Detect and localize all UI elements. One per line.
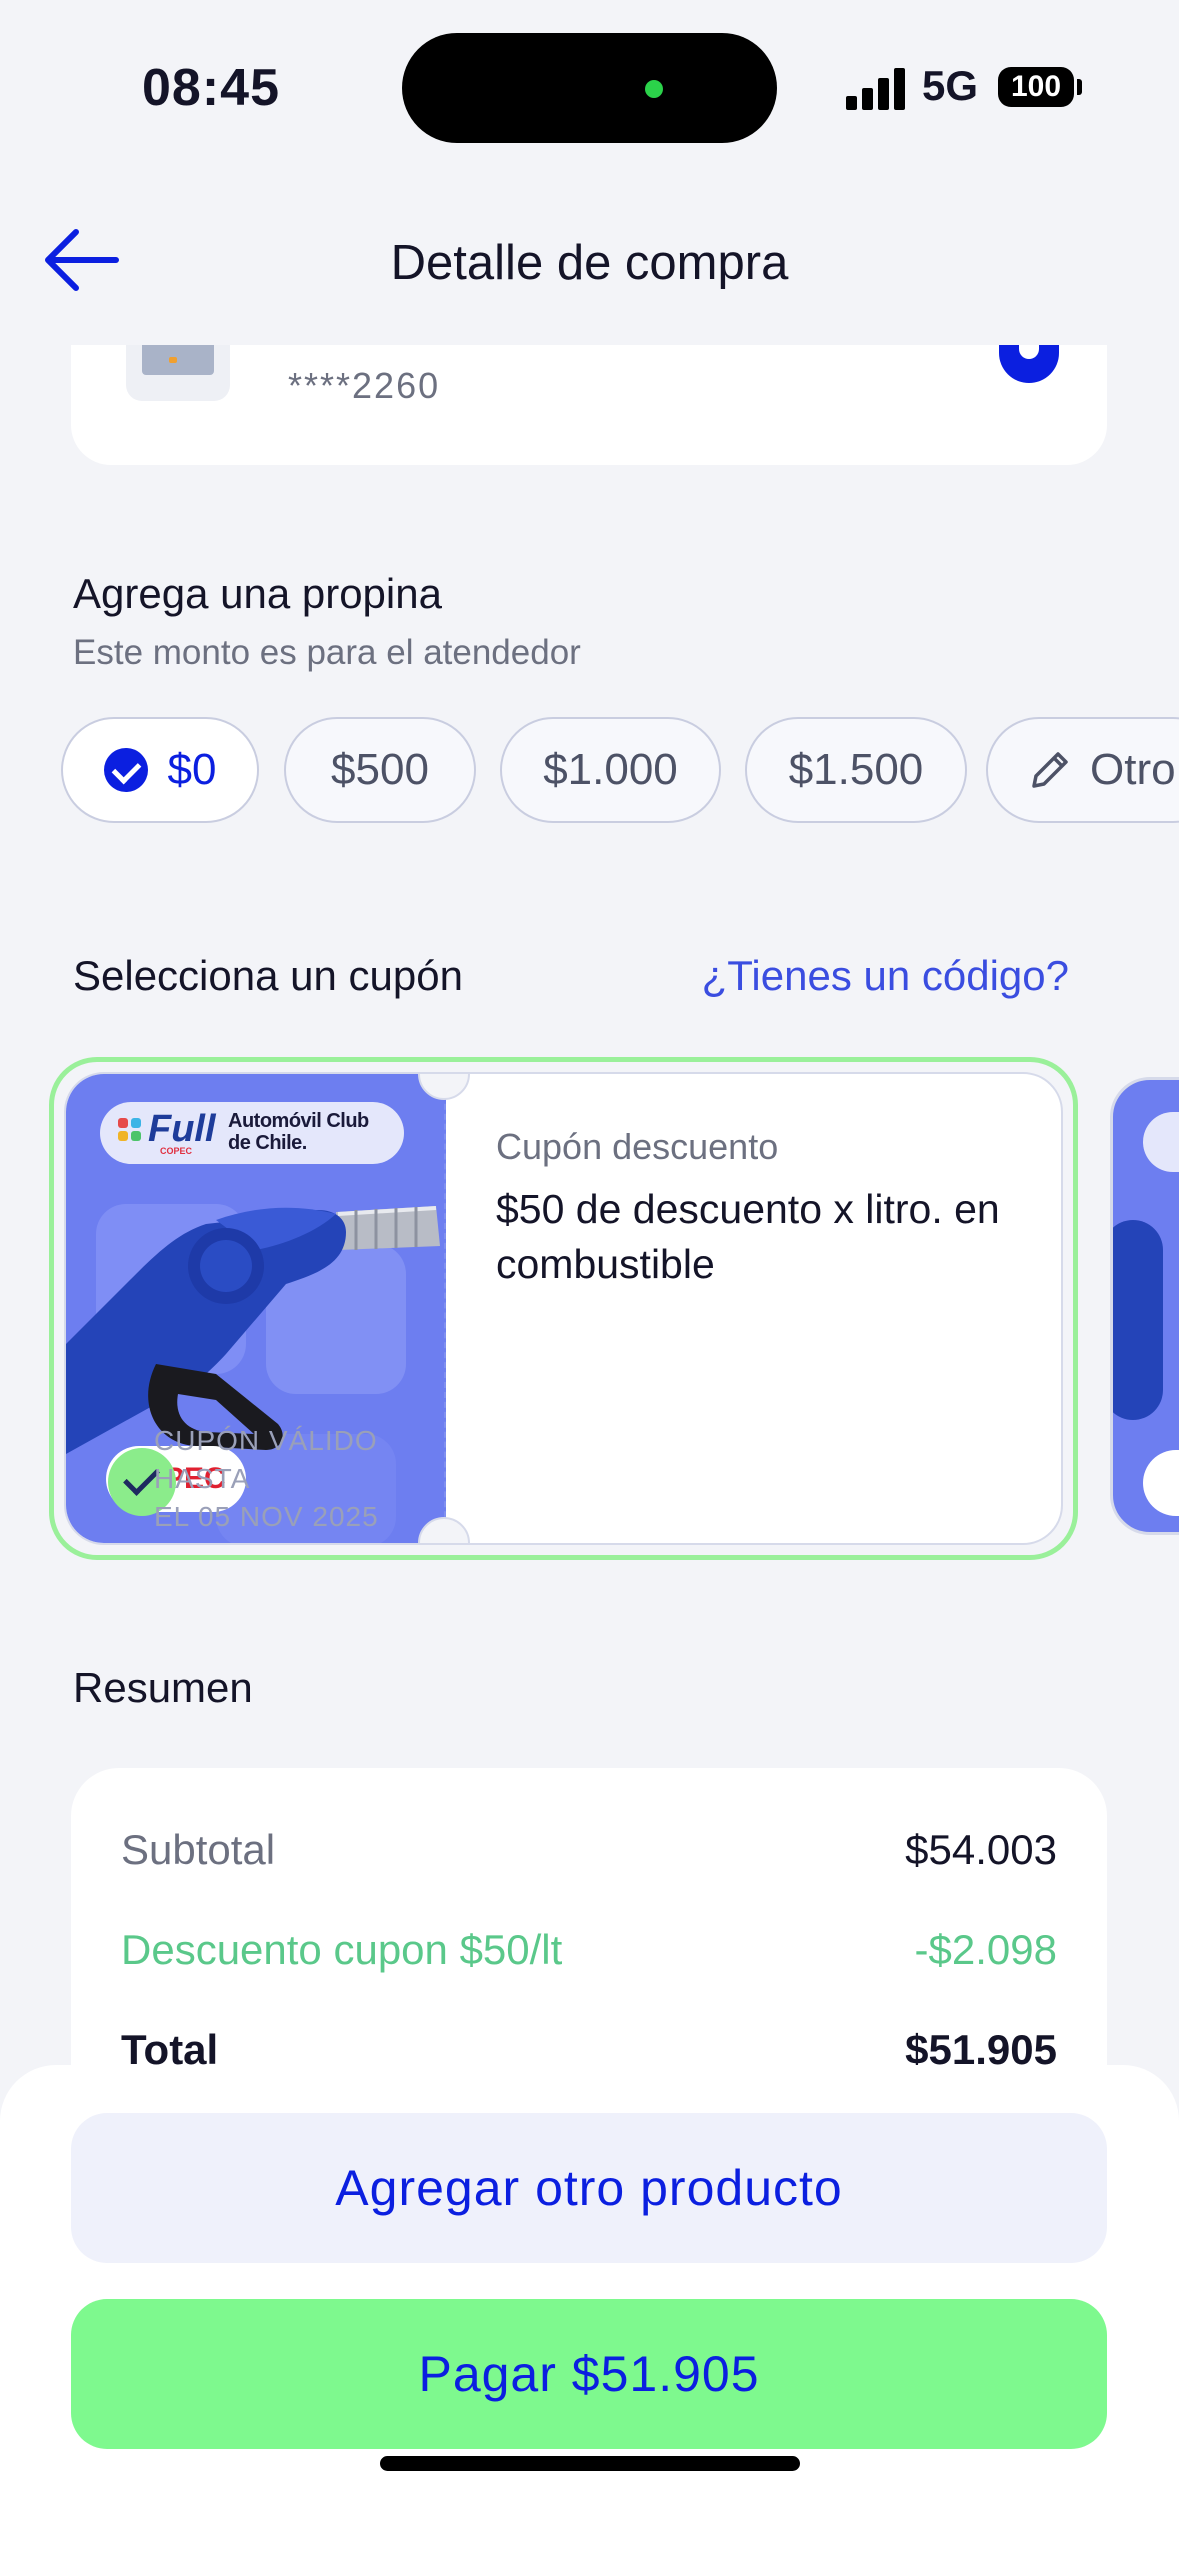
summary-row-subtotal: Subtotal $54.003 xyxy=(121,1826,1057,1874)
status-time: 08:45 xyxy=(142,59,280,117)
pencil-icon xyxy=(1032,752,1068,788)
payment-card[interactable]: ****2260 xyxy=(71,345,1107,465)
tip-option-label: $0 xyxy=(167,745,217,794)
tip-title: Agrega una propina xyxy=(73,570,442,617)
coupon-description: $50 de descuento x litro. en combustible xyxy=(496,1186,1000,1287)
home-indicator[interactable] xyxy=(380,2456,800,2471)
coupon-card-next[interactable] xyxy=(1110,1077,1179,1535)
partner-text: Automóvil Club de Chile. xyxy=(228,1110,369,1154)
tip-option-label: $1.500 xyxy=(788,745,924,794)
tip-option-label: $500 xyxy=(331,745,429,794)
coupon-card-selected[interactable]: Full COPEC Automóvil Clubde Chile. PEC xyxy=(49,1057,1078,1560)
tip-option-label: Otro xyxy=(1090,745,1176,794)
tip-option-other[interactable]: Otro xyxy=(986,717,1179,823)
validity-line-2: EL 05 NOV 2025 xyxy=(154,1501,379,1532)
brand-badge-text: Full xyxy=(148,1108,216,1150)
page-title: Detalle de compra xyxy=(390,236,789,290)
card-masked-number: ****2260 xyxy=(288,365,441,406)
cellular-signal-icon xyxy=(846,66,906,110)
coupon-image: Full COPEC Automóvil Clubde Chile. PEC xyxy=(66,1074,446,1543)
coupon-title: Selecciona un cupón xyxy=(73,952,463,999)
add-product-button[interactable]: Agregar otro producto xyxy=(71,2113,1107,2263)
tip-subtitle: Este monto es para el atendedor xyxy=(73,633,581,672)
bottom-action-sheet: Agregar otro producto Pagar $51.905 xyxy=(0,2065,1179,2556)
network-type: 5G xyxy=(922,62,979,109)
dynamic-island xyxy=(402,33,777,143)
camera-indicator-icon xyxy=(645,80,663,98)
tip-options: $0 $500 $1.000 $1.500 Otro xyxy=(61,717,1179,825)
credit-card-icon xyxy=(126,345,230,401)
full-logo-icon xyxy=(118,1118,144,1144)
app-header: Detalle de compra xyxy=(0,180,1179,345)
battery-icon: 100 xyxy=(998,67,1074,107)
check-circle-icon xyxy=(103,748,148,792)
tip-option-0[interactable]: $0 xyxy=(61,717,259,823)
pay-button[interactable]: Pagar $51.905 xyxy=(71,2299,1107,2449)
summary-value: -$2.098 xyxy=(914,1926,1057,1973)
summary-title: Resumen xyxy=(73,1664,253,1711)
tip-option-1500[interactable]: $1.500 xyxy=(745,717,967,823)
validity-line-1: CUPÓN VÁLIDO HASTA xyxy=(154,1425,378,1494)
coupon-label: Cupón descuento xyxy=(496,1126,779,1167)
summary-label: Subtotal xyxy=(121,1826,276,1873)
summary-row-discount: Descuento cupon $50/lt -$2.098 xyxy=(121,1926,1057,1974)
summary-label: Descuento cupon $50/lt xyxy=(121,1926,563,1973)
coupon-perforation xyxy=(444,1074,446,1543)
coupon-validity: CUPÓN VÁLIDO HASTA EL 05 NOV 2025 xyxy=(154,1422,446,1536)
tip-option-label: $1.000 xyxy=(543,745,678,794)
tip-option-500[interactable]: $500 xyxy=(284,717,476,823)
status-bar: 08:45 5G 100 xyxy=(0,0,1179,180)
battery-cap xyxy=(1077,79,1082,95)
coupon-ticket: Full COPEC Automóvil Clubde Chile. PEC xyxy=(64,1072,1063,1545)
summary-value: $54.003 xyxy=(905,1826,1057,1873)
card-radio-selected[interactable] xyxy=(999,345,1059,383)
coupon-code-link[interactable]: ¿Tienes un código? xyxy=(702,952,1069,1000)
tip-option-1000[interactable]: $1.000 xyxy=(500,717,721,823)
